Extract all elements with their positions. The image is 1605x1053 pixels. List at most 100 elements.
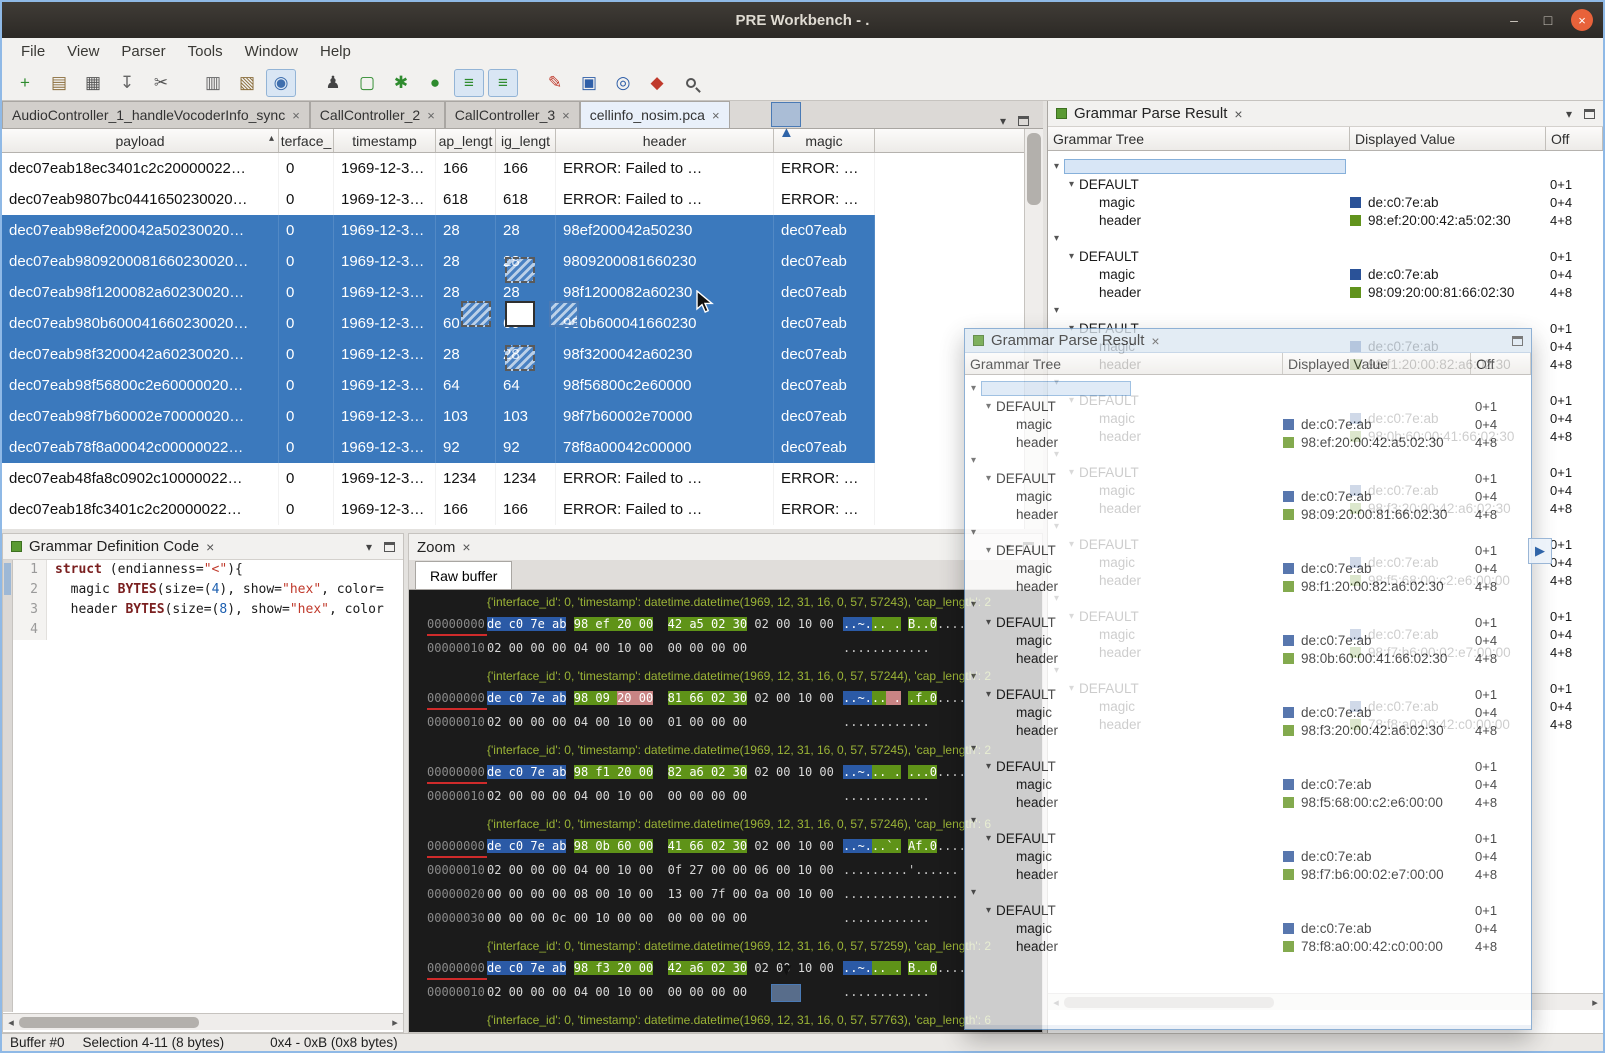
panel-menu-icon[interactable]: ▾ xyxy=(366,540,372,554)
hex-view[interactable]: {'interface_id': 0, 'timestamp': datetim… xyxy=(409,590,1042,1032)
chevron-down-icon[interactable]: ▾ xyxy=(986,833,991,844)
tree-row-root[interactable]: ▾ xyxy=(965,883,1531,901)
chevron-down-icon[interactable]: ▾ xyxy=(1054,161,1059,172)
packet-row[interactable]: dec07eab98f56800c2e60000020…01969-12-3…6… xyxy=(2,370,1024,401)
menu-item-parser[interactable]: Parser xyxy=(110,40,176,63)
scroll-marker[interactable] xyxy=(4,563,11,595)
window-icon[interactable]: ▣ xyxy=(574,69,604,97)
packet-row[interactable]: dec07eab98f7b60002e70000020…01969-12-3…1… xyxy=(2,401,1024,432)
tree-row-root[interactable]: ▾ xyxy=(965,523,1531,541)
menu-item-file[interactable]: File xyxy=(10,40,56,63)
hex-line[interactable]: 0000001002 00 00 00 04 00 10 00 01 00 00… xyxy=(409,710,1042,734)
run-icon[interactable]: ● xyxy=(420,69,450,97)
tree-row-header[interactable]: header98:ef:20:00:42:a5:02:304+8 xyxy=(1048,211,1603,229)
tree-row-header[interactable]: header98:ef:20:00:42:a5:02:304+8 xyxy=(965,433,1531,451)
tree-row-header[interactable]: header98:f3:20:00:42:a6:02:304+8 xyxy=(965,721,1531,739)
hex-line[interactable]: 00000000de c0 7e ab 98 ef 20 00 42 a5 02… xyxy=(409,612,1042,636)
hex-line[interactable]: 0000001002 00 00 00 04 00 10 00 00 00 00… xyxy=(409,784,1042,808)
scrollbar-thumb[interactable] xyxy=(19,1017,199,1028)
menu-item-tools[interactable]: Tools xyxy=(177,40,234,63)
tree-row-root[interactable]: ▾ xyxy=(1048,229,1603,247)
preview-icon[interactable]: ◉ xyxy=(266,69,296,97)
chevron-down-icon[interactable]: ▾ xyxy=(986,473,991,484)
tree-row-root[interactable]: ▾ xyxy=(965,379,1531,397)
tree-row-header[interactable]: header98:0b:60:00:41:66:02:304+8 xyxy=(965,649,1531,667)
hex-line[interactable]: 00000000de c0 7e ab 98 f1 20 00 82 a6 02… xyxy=(409,760,1042,784)
hex-line[interactable]: 0000001002 00 00 00 04 00 10 00 00 00 00… xyxy=(409,980,1042,1004)
hex-line[interactable]: 0000002000 00 00 00 08 00 10 00 13 00 7f… xyxy=(409,882,1042,906)
column-header-terface[interactable]: terface_ xyxy=(279,129,334,152)
tree-row-root[interactable]: ▾ xyxy=(965,451,1531,469)
hex-line[interactable]: 00000000de c0 7e ab 98 f3 20 00 42 a6 02… xyxy=(409,956,1042,980)
tree-row-default[interactable]: ▾DEFAULT0+1 xyxy=(1048,247,1603,265)
open-file-icon[interactable]: ▤ xyxy=(44,69,74,97)
scroll-left-icon[interactable]: ◂ xyxy=(3,1016,19,1029)
tree-column-header-grammar-tree[interactable]: Grammar Tree xyxy=(1048,127,1350,150)
marker-icon[interactable]: ✎ xyxy=(540,69,570,97)
float-panel-icon[interactable] xyxy=(1584,109,1595,119)
chevron-down-icon[interactable]: ▾ xyxy=(986,545,991,556)
chevron-down-icon[interactable]: ▾ xyxy=(971,599,976,610)
tab-close-icon[interactable]: × xyxy=(292,108,300,123)
save-icon[interactable]: ▦ xyxy=(78,69,108,97)
scroll-right-icon[interactable]: ▸ xyxy=(387,1016,403,1029)
tree-row-magic[interactable]: magicde:c0:7e:ab0+4 xyxy=(1048,265,1603,283)
import-icon[interactable]: ↧ xyxy=(112,69,142,97)
tab-raw-buffer[interactable]: Raw buffer xyxy=(415,561,512,589)
close-icon[interactable]: × xyxy=(206,539,214,555)
tab-list-dropdown-icon[interactable]: ▾ xyxy=(1000,114,1006,128)
float-panel-icon[interactable] xyxy=(1512,336,1523,346)
hex-line[interactable]: 0000001002 00 00 00 04 00 10 00 00 00 00… xyxy=(409,636,1042,660)
tab-close-icon[interactable]: × xyxy=(562,108,570,123)
tree-row-root[interactable]: ▾ xyxy=(965,739,1531,757)
panel-menu-icon[interactable]: ▾ xyxy=(1566,107,1572,121)
tab-close-icon[interactable]: × xyxy=(712,108,720,123)
packet-row[interactable]: dec07eab18fc3401c2c20000022…01969-12-3…1… xyxy=(2,494,1024,525)
chevron-down-icon[interactable]: ▾ xyxy=(986,689,991,700)
tree-row-default[interactable]: ▾DEFAULT0+1 xyxy=(965,757,1531,775)
close-icon[interactable]: × xyxy=(462,539,470,555)
tree-row-header[interactable]: header98:f1:20:00:82:a6:02:304+8 xyxy=(965,577,1531,595)
tab-close-icon[interactable]: × xyxy=(427,108,435,123)
scrollbar-thumb[interactable] xyxy=(1027,133,1041,205)
tree-row-default[interactable]: ▾DEFAULT0+1 xyxy=(965,685,1531,703)
hex-line[interactable]: 00000000de c0 7e ab 98 09 20 00 81 66 02… xyxy=(409,686,1042,710)
packet-row[interactable]: dec07eab9807bc0441650230020…01969-12-3…6… xyxy=(2,184,1024,215)
tree-row-magic[interactable]: magicde:c0:7e:ab0+4 xyxy=(965,775,1531,793)
close-button[interactable]: × xyxy=(1571,9,1593,31)
chevron-down-icon[interactable]: ▾ xyxy=(971,455,976,466)
tree-row-header[interactable]: header78:f8:a0:00:42:c0:00:004+8 xyxy=(965,937,1531,955)
column-header-payload[interactable]: payload▴ xyxy=(2,129,279,152)
user-icon[interactable]: ♟ xyxy=(318,69,348,97)
float-document-icon[interactable] xyxy=(1018,116,1029,126)
float-panel-icon[interactable] xyxy=(384,542,395,552)
scroll-right-icon[interactable]: ▸ xyxy=(1587,996,1603,1009)
chevron-down-icon[interactable]: ▾ xyxy=(1069,251,1074,262)
screen-icon[interactable]: ▢ xyxy=(352,69,382,97)
maximize-button[interactable]: □ xyxy=(1537,9,1559,31)
tab-AudioController_1_handleVocoderInfo_sync[interactable]: AudioController_1_handleVocoderInfo_sync… xyxy=(2,101,310,128)
packet-row[interactable]: dec07eab18ec3401c2c20000022…01969-12-3…1… xyxy=(2,153,1024,184)
chevron-down-icon[interactable]: ▾ xyxy=(1054,305,1059,316)
paste-icon[interactable]: ▧ xyxy=(232,69,262,97)
floating-panel-titlebar[interactable]: Grammar Parse Result × xyxy=(965,329,1531,353)
column-header-timestamp[interactable]: timestamp xyxy=(334,129,436,152)
chevron-down-icon[interactable]: ▾ xyxy=(971,887,976,898)
cut-icon[interactable]: ✂ xyxy=(146,69,176,97)
tree-row-magic[interactable]: magicde:c0:7e:ab0+4 xyxy=(1048,193,1603,211)
tree-row-default[interactable]: ▾DEFAULT0+1 xyxy=(965,397,1531,415)
column-header-ig_lengt[interactable]: ig_lengt xyxy=(496,129,556,152)
left-scroll-strip[interactable] xyxy=(3,560,13,1012)
code-editor[interactable]: 1struct (endianness="<"){2 magic BYTES(s… xyxy=(13,560,403,1012)
tree-row-magic[interactable]: magicde:c0:7e:ab0+4 xyxy=(965,415,1531,433)
chevron-down-icon[interactable]: ▾ xyxy=(971,527,976,538)
chevron-down-icon[interactable]: ▾ xyxy=(986,761,991,772)
hex-line[interactable]: 0000001002 00 00 00 04 00 10 00 0f 27 00… xyxy=(409,858,1042,882)
packet-row[interactable]: dec07eab78f8a00042c00000022…01969-12-3…9… xyxy=(2,432,1024,463)
tab-CallController_3[interactable]: CallController_3× xyxy=(445,101,580,128)
tree-row-magic[interactable]: magicde:c0:7e:ab0+4 xyxy=(965,487,1531,505)
menu-item-window[interactable]: Window xyxy=(234,40,309,63)
tree-row-default[interactable]: ▾DEFAULT0+1 xyxy=(965,901,1531,919)
tree-row-default[interactable]: ▾DEFAULT0+1 xyxy=(1048,175,1603,193)
chevron-down-icon[interactable]: ▾ xyxy=(971,815,976,826)
